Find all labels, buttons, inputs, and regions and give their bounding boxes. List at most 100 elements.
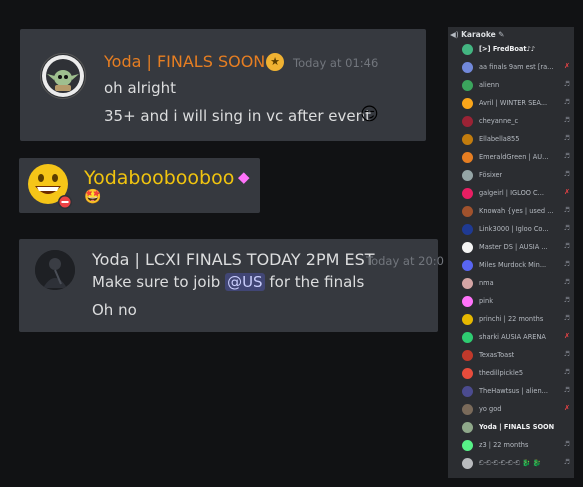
message-text: for the finals	[264, 273, 365, 291]
voice-member[interactable]: alienn ♬	[462, 77, 574, 95]
member-avatar	[462, 152, 473, 163]
voice-channel-header[interactable]: ◀) Karaoke ✎	[450, 30, 504, 39]
voice-member[interactable]: pink ♬	[462, 293, 574, 311]
muted-mic-icon: ✗	[564, 404, 570, 412]
deafened-icon: ♬	[563, 314, 570, 322]
member-name: alienn	[479, 81, 500, 89]
member-name: Link3000 | Igloo Co...	[479, 225, 549, 233]
author-name[interactable]: Yodaboobooboo	[84, 167, 234, 189]
voice-channel-panel: ◀) Karaoke ✎ [>] FredBoat♪♪ aa finals 9am…	[448, 27, 574, 478]
boost-gem-icon: ◆	[238, 168, 250, 186]
member-avatar	[462, 368, 473, 379]
author-name[interactable]: Yoda | LCXI FINALS TODAY 2PM EST	[92, 250, 375, 269]
member-avatar	[462, 188, 473, 199]
member-avatar	[462, 440, 473, 451]
member-name: Master DS | AUSIA ...	[479, 243, 548, 251]
member-avatar	[462, 98, 473, 109]
pin-icon: ✎	[498, 30, 505, 39]
voice-member[interactable]: z3 | 22 months ♬	[462, 437, 574, 455]
member-avatar	[462, 80, 473, 91]
message-text: Make sure to joib	[92, 273, 226, 291]
nitro-badge-icon[interactable]: ★	[266, 53, 284, 71]
deafened-icon: ♬	[563, 260, 570, 268]
voice-member[interactable]: EmeraldGreen | AU... ♬	[462, 149, 574, 167]
deafened-icon: ♬	[563, 440, 570, 448]
member-avatar	[462, 350, 473, 361]
speaker-icon: ◀)	[450, 30, 459, 39]
member-avatar	[462, 134, 473, 145]
member-name: Knowah {yes | used ...	[479, 207, 554, 215]
voice-member[interactable]: Miles Murdock Min... ♬	[462, 257, 574, 275]
member-avatar	[462, 170, 473, 181]
member-name: [>] FredBoat♪♪	[479, 45, 535, 53]
member-name: Miles Murdock Min...	[479, 261, 547, 269]
voice-member[interactable]: nma ♬	[462, 275, 574, 293]
member-name: yo god	[479, 405, 502, 413]
voice-member[interactable]: cheyanne_c ♬	[462, 113, 574, 131]
member-avatar	[462, 386, 473, 397]
message-card-1: Yoda | FINALS SOON ★ Today at 01:46 oh a…	[20, 29, 426, 141]
member-name: Yoda | FINALS SOON	[479, 423, 555, 431]
member-avatar	[462, 314, 473, 325]
member-name: cheyanne_c	[479, 117, 519, 125]
voice-member[interactable]: ඞ-ඞ-ඞ-ඞ-ඞ-ඞ 🐉 🐉 ♬	[462, 455, 574, 473]
voice-member[interactable]: galgeirl | IGLOO C... ✗	[462, 185, 574, 203]
deafened-icon: ♬	[563, 278, 570, 286]
voice-member[interactable]: Knowah {yes | used ... ♬	[462, 203, 574, 221]
deafened-icon: ♬	[563, 152, 570, 160]
deafened-icon: ♬	[563, 458, 570, 466]
emoji-avatar[interactable]	[25, 162, 73, 210]
message-line-1: Make sure to joib @US for the finals	[92, 273, 364, 291]
member-name: sharki AUSIA ARENA	[479, 333, 546, 341]
voice-member[interactable]: TexasToast ♬	[462, 347, 574, 365]
smirk-emoji-icon: 😏	[360, 104, 379, 125]
voice-channel-name: Karaoke	[461, 30, 496, 39]
deafened-icon: ♬	[563, 206, 570, 214]
voice-member[interactable]: thedillpickle5 ♬	[462, 365, 574, 383]
message-timestamp: Today at 01:46	[293, 56, 379, 70]
voice-member[interactable]: Yoda | FINALS SOON	[462, 419, 574, 437]
deafened-icon: ♬	[563, 134, 570, 142]
author-avatar[interactable]	[35, 250, 75, 290]
message-line-2: Oh no	[92, 301, 137, 319]
member-avatar	[462, 422, 473, 433]
member-name: galgeirl | IGLOO C...	[479, 189, 544, 197]
muted-mic-icon: ✗	[564, 188, 570, 196]
member-avatar	[462, 116, 473, 127]
deafened-icon: ♬	[563, 368, 570, 376]
message-line-1: oh alright	[104, 79, 177, 97]
deafened-icon: ♬	[563, 296, 570, 304]
member-name: thedillpickle5	[479, 369, 524, 377]
member-avatar	[462, 404, 473, 415]
voice-member[interactable]: Link3000 | Igloo Co... ♬	[462, 221, 574, 239]
voice-member[interactable]: princhi | 22 months ♬	[462, 311, 574, 329]
voice-member[interactable]: Fösixer ♬	[462, 167, 574, 185]
member-avatar	[462, 332, 473, 343]
role-mention[interactable]: @US	[225, 273, 265, 291]
member-name: ඞ-ඞ-ඞ-ඞ-ඞ-ඞ 🐉 🐉	[479, 459, 541, 467]
member-avatar	[462, 206, 473, 217]
voice-member[interactable]: Avril | WINTER SEA... ♬	[462, 95, 574, 113]
member-name: TheHawtsus | alien...	[479, 387, 548, 395]
message-timestamp: Today at 20:0	[366, 254, 444, 268]
author-name[interactable]: Yoda | FINALS SOON	[104, 52, 265, 71]
author-avatar[interactable]	[40, 53, 86, 99]
member-name: Fösixer	[479, 171, 503, 179]
voice-member[interactable]: [>] FredBoat♪♪	[462, 41, 574, 59]
voice-member[interactable]: sharki AUSIA ARENA ✗	[462, 329, 574, 347]
voice-member[interactable]: Master DS | AUSIA ... ♬	[462, 239, 574, 257]
member-name: TexasToast	[479, 351, 515, 359]
member-name: nma	[479, 279, 494, 287]
member-name: aa finals 9am est [ra...	[479, 63, 554, 71]
grinning-emoji-avatar-icon	[28, 164, 72, 209]
voice-member[interactable]: TheHawtsus | alien... ♬	[462, 383, 574, 401]
deafened-icon: ♬	[563, 386, 570, 394]
deafened-icon: ♬	[563, 350, 570, 358]
voice-member[interactable]: Ellabella855 ♬	[462, 131, 574, 149]
member-avatar	[462, 278, 473, 289]
voice-member[interactable]: yo god ✗	[462, 401, 574, 419]
message-card-2: Yodaboobooboo ◆ 🤩	[19, 158, 260, 213]
deafened-icon: ♬	[563, 224, 570, 232]
voice-member[interactable]: aa finals 9am est [ra... ✗	[462, 59, 574, 77]
deafened-icon: ♬	[563, 80, 570, 88]
